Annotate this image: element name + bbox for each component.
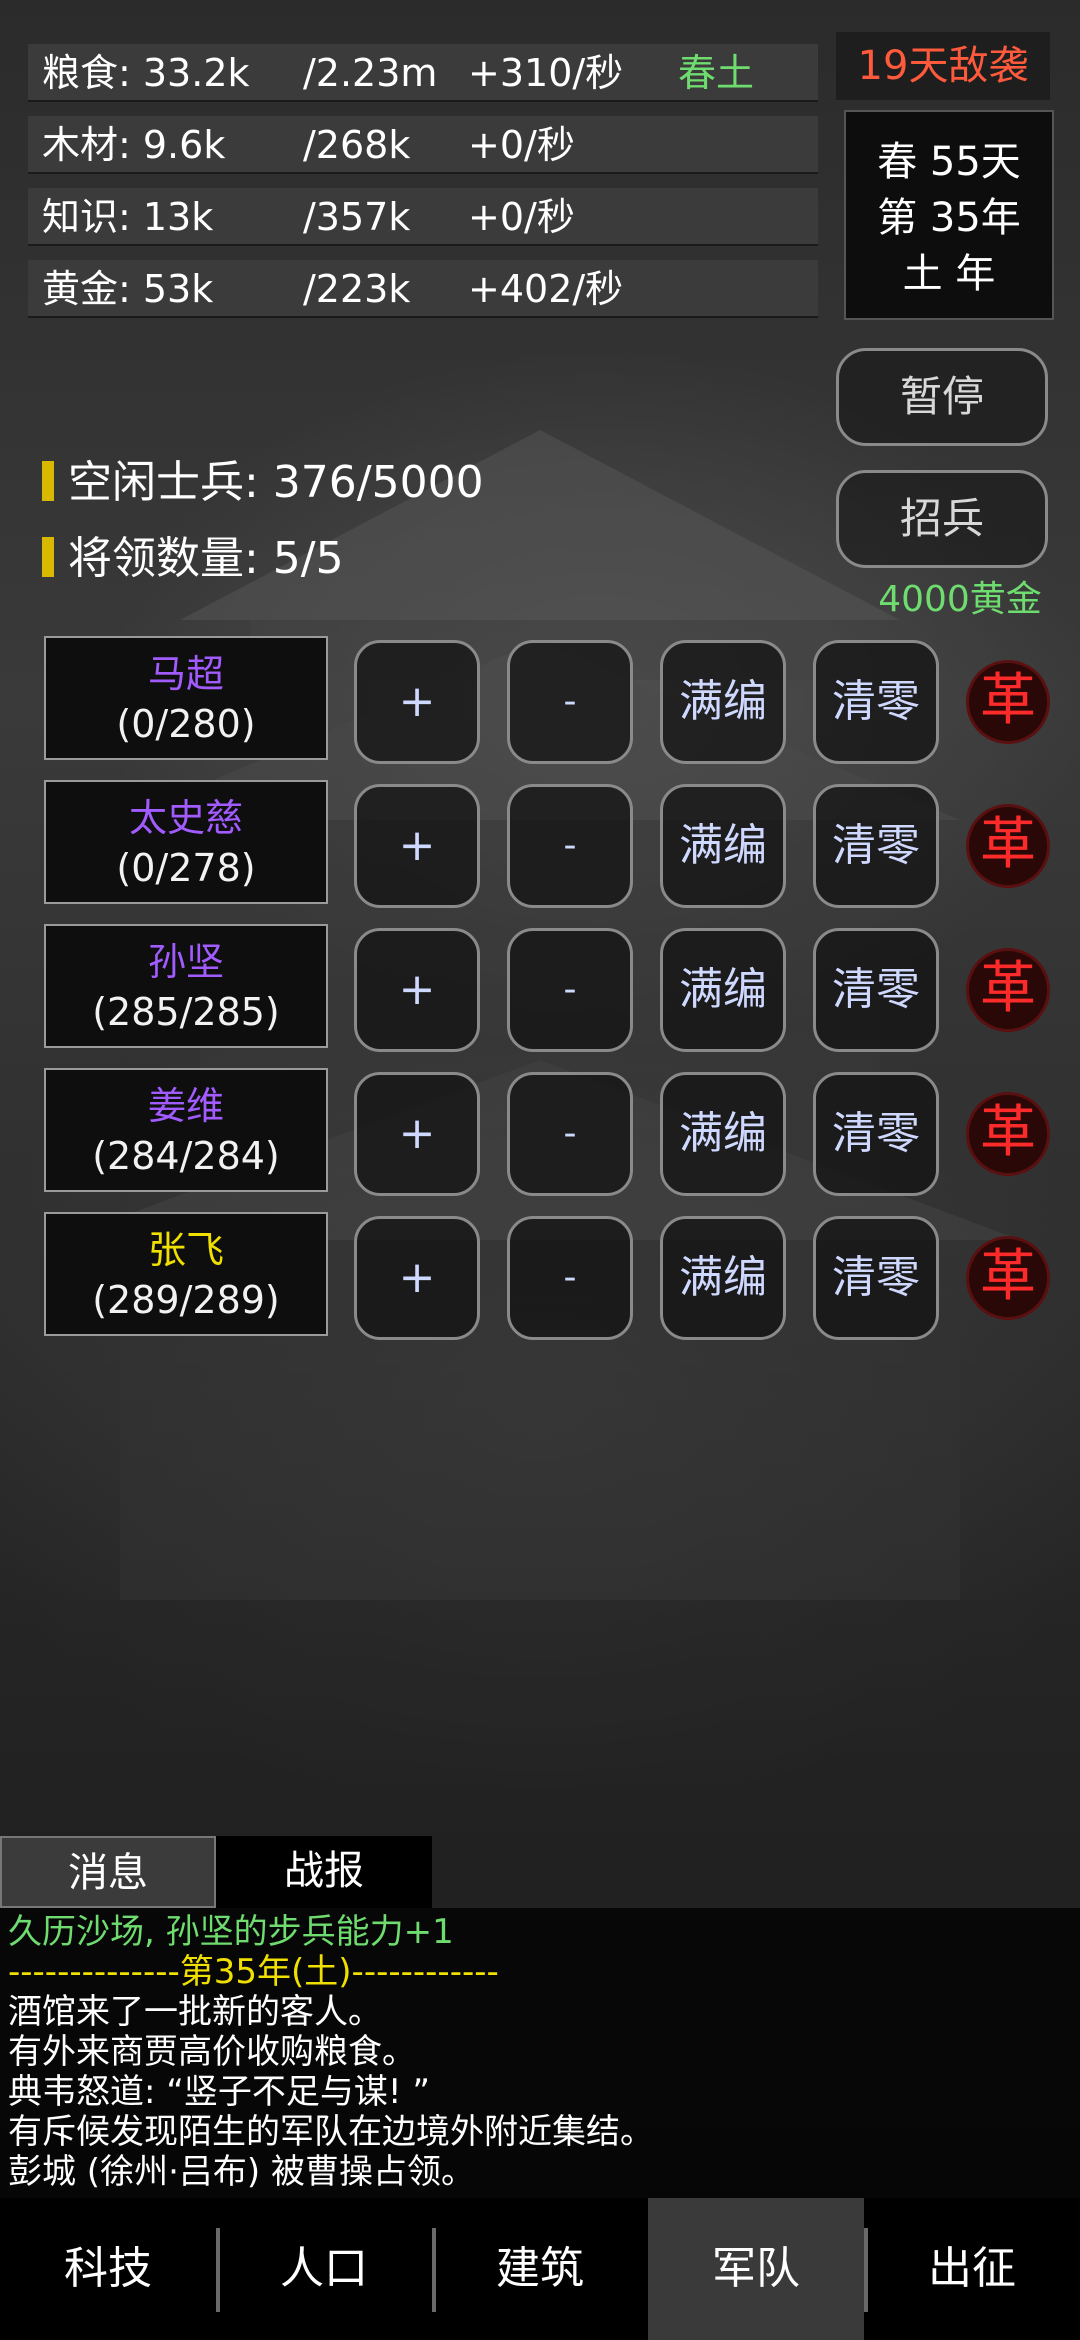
resource-gold-cap: /223k	[303, 267, 411, 311]
enemy-attack-countdown: 19天敌袭	[836, 32, 1050, 100]
general-name: 太史慈	[128, 796, 243, 840]
nav-army[interactable]: 军队	[648, 2198, 864, 2340]
remove-troops-button[interactable]: -	[507, 928, 633, 1052]
remove-troops-button[interactable]: -	[507, 1072, 633, 1196]
log-line: --------------第35年(土)------------	[8, 1952, 499, 1992]
resource-food-cap: /2.23m	[303, 51, 438, 95]
season-element-label: 春土	[678, 51, 755, 95]
add-troops-button[interactable]: +	[354, 1216, 480, 1340]
stat-marker	[42, 461, 54, 501]
resource-wood-amount: 木材: 9.6k	[42, 123, 226, 167]
date-element-year: 土 年	[902, 251, 996, 297]
dismiss-general-button[interactable]: 革	[966, 1092, 1050, 1176]
dismiss-general-button[interactable]: 革	[966, 660, 1050, 744]
resource-row-food: 粮食: 33.2k /2.23m +310/秒 春土	[28, 44, 818, 102]
general-troop-count: (285/285)	[92, 990, 280, 1034]
fill-troops-button[interactable]: 满编	[660, 1072, 786, 1196]
remove-troops-button[interactable]: -	[507, 640, 633, 764]
resource-knowledge-amount: 知识: 13k	[42, 195, 214, 239]
date-year: 第 35年	[877, 195, 1021, 241]
tab-battle-report[interactable]: 战报	[216, 1836, 432, 1908]
nav-buildings[interactable]: 建筑	[432, 2198, 648, 2340]
fill-troops-button[interactable]: 满编	[660, 928, 786, 1052]
clear-troops-button[interactable]: 清零	[813, 1072, 939, 1196]
resource-food-rate: +310/秒	[468, 51, 624, 95]
date-season-day: 春 55天	[877, 139, 1021, 185]
message-log[interactable]: 久历沙场, 孙坚的步兵能力+1 --------------第35年(土)---…	[0, 1908, 1080, 2198]
resource-wood-rate: +0/秒	[468, 123, 575, 167]
general-troop-count: (0/280)	[116, 702, 256, 746]
dismiss-general-button[interactable]: 革	[966, 1236, 1050, 1320]
clear-troops-button[interactable]: 清零	[813, 640, 939, 764]
clear-troops-button[interactable]: 清零	[813, 928, 939, 1052]
resource-gold-amount: 黄金: 53k	[42, 267, 214, 311]
general-count-text: 将领数量: 5/5	[68, 533, 344, 584]
general-name: 马超	[147, 652, 224, 696]
resource-wood-cap: /268k	[303, 123, 411, 167]
idle-soldiers-text: 空闲士兵: 376/5000	[68, 457, 484, 508]
resource-knowledge-cap: /357k	[303, 195, 411, 239]
remove-troops-button[interactable]: -	[507, 784, 633, 908]
resource-knowledge-rate: +0/秒	[468, 195, 575, 239]
log-line: 酒馆来了一批新的客人。	[8, 1992, 382, 2032]
stat-marker	[42, 537, 54, 577]
clear-troops-button[interactable]: 清零	[813, 784, 939, 908]
general-card[interactable]: 马超 (0/280)	[44, 636, 328, 760]
nav-expedition[interactable]: 出征	[864, 2198, 1080, 2340]
recruit-button[interactable]: 招兵	[836, 470, 1048, 568]
general-troop-count: (0/278)	[116, 846, 256, 890]
dismiss-general-button[interactable]: 革	[966, 948, 1050, 1032]
log-line: 久历沙场, 孙坚的步兵能力+1	[8, 1912, 454, 1952]
log-line: 彭城 (徐州·吕布) 被曹操占领。	[8, 2152, 475, 2192]
log-line: 有斥候发现陌生的军队在边境外附近集结。	[8, 2112, 654, 2152]
resource-row-gold: 黄金: 53k /223k +402/秒	[28, 260, 818, 318]
resource-gold-rate: +402/秒	[468, 267, 624, 311]
nav-tech[interactable]: 科技	[0, 2198, 216, 2340]
add-troops-button[interactable]: +	[354, 1072, 480, 1196]
nav-population[interactable]: 人口	[216, 2198, 432, 2340]
resource-row-wood: 木材: 9.6k /268k +0/秒	[28, 116, 818, 174]
add-troops-button[interactable]: +	[354, 784, 480, 908]
general-card[interactable]: 张飞 (289/289)	[44, 1212, 328, 1336]
general-name: 孙坚	[147, 940, 224, 984]
add-troops-button[interactable]: +	[354, 640, 480, 764]
general-name: 姜维	[147, 1084, 224, 1128]
general-name: 张飞	[147, 1228, 224, 1272]
general-card[interactable]: 太史慈 (0/278)	[44, 780, 328, 904]
log-line: 有外来商贾高价收购粮食。	[8, 2032, 416, 2072]
clear-troops-button[interactable]: 清零	[813, 1216, 939, 1340]
date-panel: 春 55天 第 35年 土 年	[844, 110, 1054, 320]
resource-food-amount: 粮食: 33.2k	[42, 51, 250, 95]
tab-messages[interactable]: 消息	[0, 1836, 216, 1908]
general-troop-count: (284/284)	[92, 1134, 280, 1178]
resource-row-knowledge: 知识: 13k /357k +0/秒	[28, 188, 818, 246]
bottom-navigation: 科技 人口 建筑 军队 出征	[0, 2198, 1080, 2340]
add-troops-button[interactable]: +	[354, 928, 480, 1052]
recruit-cost-label: 4000黄金	[878, 579, 1042, 620]
general-count-stat: 将领数量: 5/5	[42, 534, 344, 584]
fill-troops-button[interactable]: 满编	[660, 1216, 786, 1340]
pause-button[interactable]: 暂停	[836, 348, 1048, 446]
remove-troops-button[interactable]: -	[507, 1216, 633, 1340]
general-troop-count: (289/289)	[92, 1278, 280, 1322]
general-card[interactable]: 姜维 (284/284)	[44, 1068, 328, 1192]
fill-troops-button[interactable]: 满编	[660, 784, 786, 908]
dismiss-general-button[interactable]: 革	[966, 804, 1050, 888]
general-card[interactable]: 孙坚 (285/285)	[44, 924, 328, 1048]
log-line: 典韦怒道: “竖子不足与谋! ”	[8, 2072, 430, 2112]
idle-soldiers-stat: 空闲士兵: 376/5000	[42, 458, 484, 508]
fill-troops-button[interactable]: 满编	[660, 640, 786, 764]
